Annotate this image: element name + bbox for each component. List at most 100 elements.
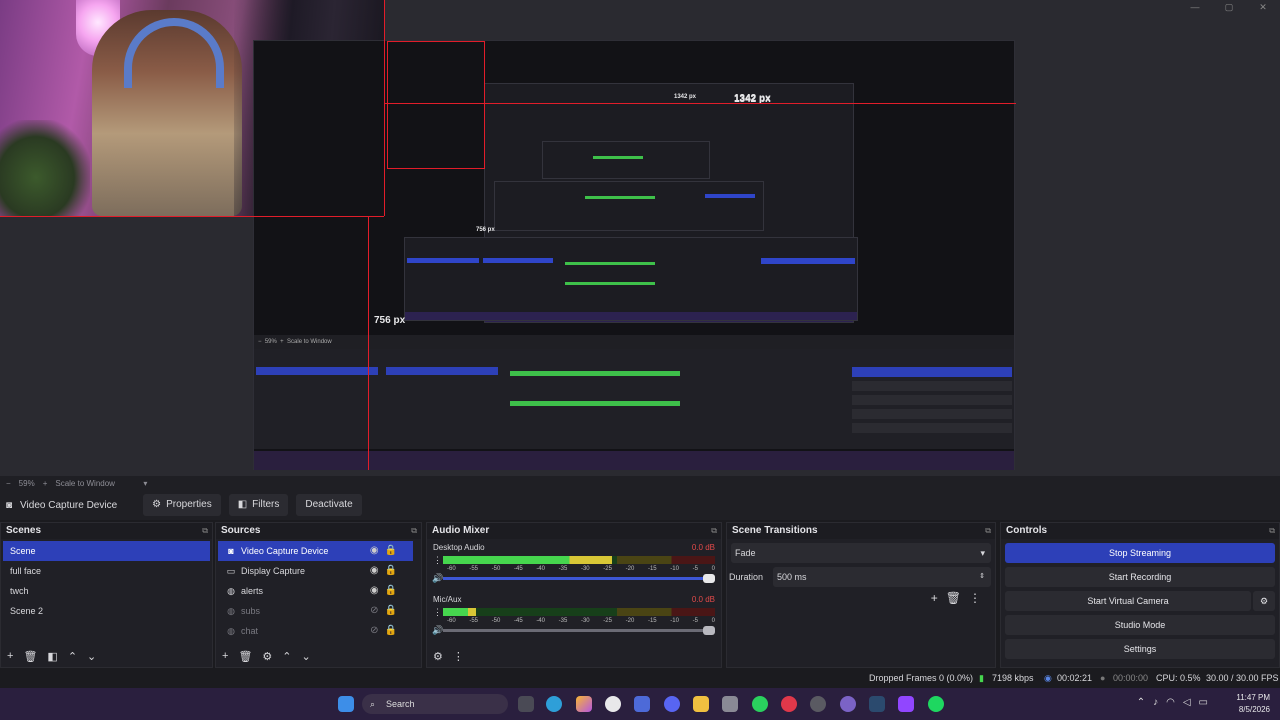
- close-icon[interactable]: ✕: [1246, 0, 1280, 14]
- speaker-icon[interactable]: 🔊: [432, 625, 443, 636]
- eye-hidden-icon[interactable]: ⊘: [370, 625, 384, 636]
- scenes-title: Scenes: [6, 525, 42, 536]
- trash-icon[interactable]: 🗑: [238, 650, 252, 663]
- track-db: 0.0 dB: [691, 543, 715, 552]
- obs-icon[interactable]: [810, 696, 826, 712]
- filter-icon[interactable]: ◧: [47, 650, 57, 663]
- zoom-in-button[interactable]: +: [43, 479, 48, 488]
- task-view-icon[interactable]: [518, 696, 534, 712]
- eye-icon[interactable]: ◉: [370, 565, 385, 576]
- taskbar-clock[interactable]: 11:47 PM 8/5/2026: [1236, 692, 1270, 716]
- meter-tick-label: -15: [647, 566, 657, 572]
- volume-slider[interactable]: [443, 626, 715, 635]
- kebab-icon[interactable]: ⋮: [433, 607, 442, 618]
- add-icon[interactable]: +: [222, 650, 228, 662]
- streamlabs-icon[interactable]: [752, 696, 768, 712]
- gear-icon[interactable]: ⚙: [262, 650, 272, 663]
- trash-icon[interactable]: 🗑: [23, 650, 37, 663]
- duration-spinbox[interactable]: 500 ms ⇕: [773, 567, 991, 587]
- trash-icon[interactable]: 🗑: [946, 591, 969, 605]
- scene-item[interactable]: Scene 2: [3, 601, 210, 621]
- add-icon[interactable]: +: [931, 591, 946, 605]
- speaker-icon[interactable]: 🔊: [432, 573, 443, 584]
- scene-item[interactable]: Scene: [3, 541, 210, 561]
- volume-slider[interactable]: [443, 574, 715, 583]
- mic-icon[interactable]: ♪: [1153, 697, 1166, 708]
- start-virtual-camera-button[interactable]: Start Virtual Camera: [1005, 591, 1251, 611]
- source-item[interactable]: ◍ alerts ◉🔒: [218, 581, 413, 601]
- scale-mode-select[interactable]: Scale to Window ▾: [55, 479, 147, 488]
- gear-link-icon[interactable]: ⚙: [433, 650, 443, 663]
- twitch-icon[interactable]: [898, 696, 914, 712]
- move-up-icon[interactable]: ⌃: [68, 650, 77, 663]
- eye-hidden-icon[interactable]: ⊘: [370, 605, 384, 616]
- kebab-icon[interactable]: ⋮: [969, 591, 989, 605]
- move-up-icon[interactable]: ⌃: [282, 650, 291, 663]
- maximize-icon[interactable]: ▢: [1212, 0, 1246, 14]
- spotify-icon[interactable]: [928, 696, 944, 712]
- move-down-icon[interactable]: ⌄: [87, 650, 96, 663]
- zoom-out-button[interactable]: −: [6, 479, 11, 488]
- lock-icon[interactable]: 🔒: [385, 545, 403, 556]
- globe-icon: ◍: [227, 626, 235, 636]
- undock-icon[interactable]: ⧉: [1269, 523, 1275, 539]
- start-recording-button[interactable]: Start Recording: [1005, 567, 1275, 587]
- properties-button[interactable]: ⚙ Properties: [143, 494, 221, 516]
- meter-tick-label: -45: [513, 566, 523, 572]
- edge-icon[interactable]: [546, 696, 562, 712]
- kebab-icon[interactable]: ⋮: [453, 650, 464, 663]
- sources-dock: Sources ⧉ ◙ Video Capture Device ◉🔒 ▭ Displa…: [215, 522, 422, 668]
- app-purple-icon[interactable]: [840, 696, 856, 712]
- undock-icon[interactable]: ⧉: [411, 523, 417, 539]
- scene-item[interactable]: full face: [3, 561, 210, 581]
- settings-button[interactable]: Settings: [1005, 639, 1275, 659]
- eye-icon[interactable]: ◉: [370, 545, 385, 556]
- copilot-icon[interactable]: [576, 696, 592, 712]
- lock-icon[interactable]: 🔒: [385, 565, 403, 576]
- search-icon: ⌕: [370, 699, 376, 709]
- lock-icon[interactable]: 🔒: [385, 625, 403, 636]
- filters-button[interactable]: ◧ Filters: [228, 494, 289, 516]
- cpu-usage: CPU: 0.5%: [1156, 673, 1201, 683]
- chevron-up-icon[interactable]: ⌃: [1137, 697, 1153, 708]
- steam-icon[interactable]: [869, 696, 885, 712]
- windows-start-icon[interactable]: [338, 696, 354, 712]
- wifi-icon[interactable]: ◠: [1166, 697, 1183, 708]
- eye-icon[interactable]: ◉: [370, 585, 385, 596]
- source-item[interactable]: ▭ Display Capture ◉🔒: [218, 561, 413, 581]
- volume-icon[interactable]: ◁: [1183, 697, 1199, 708]
- kebab-icon[interactable]: ⋮: [433, 555, 442, 566]
- add-icon[interactable]: +: [7, 650, 13, 662]
- studio-mode-button[interactable]: Studio Mode: [1005, 615, 1275, 635]
- track-name: Desktop Audio: [433, 543, 485, 552]
- stop-streaming-button[interactable]: Stop Streaming: [1005, 543, 1275, 563]
- minimize-icon[interactable]: —: [1178, 0, 1212, 14]
- preview-canvas[interactable]: — ▢ ✕ − 59% + Scale to Window 1342 px 13…: [0, 0, 1280, 476]
- source-item[interactable]: ◙ Video Capture Device ◉🔒: [218, 541, 413, 561]
- meter-tick-label: -10: [670, 566, 679, 572]
- source-item[interactable]: ◍ chat ⊘🔒: [218, 621, 413, 641]
- scene-item[interactable]: twch: [3, 581, 210, 601]
- app-icon[interactable]: [722, 696, 738, 712]
- battery-icon[interactable]: ▭: [1199, 697, 1216, 708]
- nested-selection-box: [387, 41, 485, 169]
- deactivate-button[interactable]: Deactivate: [296, 494, 362, 516]
- app-red-icon[interactable]: [781, 696, 797, 712]
- file-explorer-icon[interactable]: [693, 696, 709, 712]
- undock-icon[interactable]: ⧉: [711, 523, 717, 539]
- transition-select[interactable]: Fade ▾: [731, 543, 991, 563]
- move-down-icon[interactable]: ⌄: [302, 650, 311, 663]
- discord-icon[interactable]: [664, 696, 680, 712]
- undock-icon[interactable]: ⧉: [985, 523, 991, 539]
- store-icon[interactable]: [634, 696, 650, 712]
- virtual-camera-settings-gear-icon[interactable]: ⚙: [1253, 591, 1275, 611]
- meter-tick-label: -40: [536, 566, 545, 572]
- source-item[interactable]: ◍ subs ⊘🔒: [218, 601, 413, 621]
- ghost-app-icon[interactable]: [605, 696, 621, 712]
- fps: 30.00 / 30.00 FPS: [1206, 673, 1279, 683]
- lock-icon[interactable]: 🔒: [385, 605, 403, 616]
- taskbar-search[interactable]: ⌕ Search: [362, 694, 508, 714]
- zoom-level: 59%: [18, 478, 35, 488]
- lock-icon[interactable]: 🔒: [385, 585, 403, 596]
- undock-icon[interactable]: ⧉: [202, 523, 208, 539]
